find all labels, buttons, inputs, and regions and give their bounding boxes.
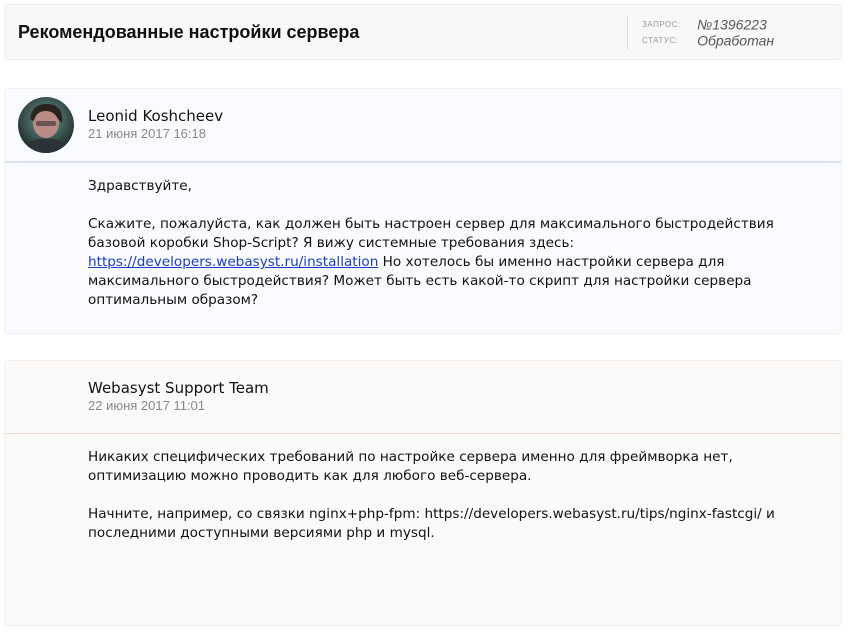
message-card-support: Webasyst Support Team 22 июня 2017 11:01…: [4, 360, 842, 626]
status-label: СТАТУС:: [642, 35, 679, 45]
message-paragraph: Начните, например, со связки nginx+php-f…: [88, 506, 775, 541]
page-title: Рекомендованные настройки сервера: [18, 22, 360, 42]
ticket-meta: ЗАПРОС: №1396223 СТАТУС: Обработан: [627, 16, 774, 50]
request-row: ЗАПРОС: №1396223: [642, 16, 774, 33]
message-header: Leonid Koshcheev 21 июня 2017 16:18: [5, 89, 841, 163]
avatar-photo-icon: [18, 97, 74, 153]
message-text: Скажите, пожалуйста, как должен быть нас…: [88, 216, 774, 251]
message-author: Leonid Koshcheev: [88, 107, 224, 125]
message-greeting: Здравствуйте,: [88, 178, 192, 194]
ticket-header: Рекомендованные настройки сервера ЗАПРОС…: [4, 4, 842, 60]
request-label: ЗАПРОС:: [642, 19, 681, 29]
message-paragraph: Никаких специфических требований по наст…: [88, 449, 733, 484]
message-card-customer: Leonid Koshcheev 21 июня 2017 16:18 Здра…: [4, 88, 842, 334]
message-date: 22 июня 2017 11:01: [88, 398, 206, 413]
message-author: Webasyst Support Team: [88, 379, 269, 397]
message-body: Здравствуйте, Скажите, пожалуйста, как д…: [88, 177, 823, 329]
message-header: Webasyst Support Team 22 июня 2017 11:01: [5, 361, 841, 434]
message-body: Никаких специфических требований по наст…: [88, 448, 823, 562]
request-number: №1396223: [697, 16, 767, 33]
status-row: СТАТУС: Обработан: [642, 32, 775, 49]
avatar: [18, 97, 74, 153]
status-value: Обработан: [697, 32, 775, 49]
message-paragraph: Скажите, пожалуйста, как должен быть нас…: [88, 215, 823, 310]
installation-link[interactable]: https://developers.webasyst.ru/installat…: [88, 254, 378, 270]
message-date: 21 июня 2017 16:18: [88, 126, 206, 141]
